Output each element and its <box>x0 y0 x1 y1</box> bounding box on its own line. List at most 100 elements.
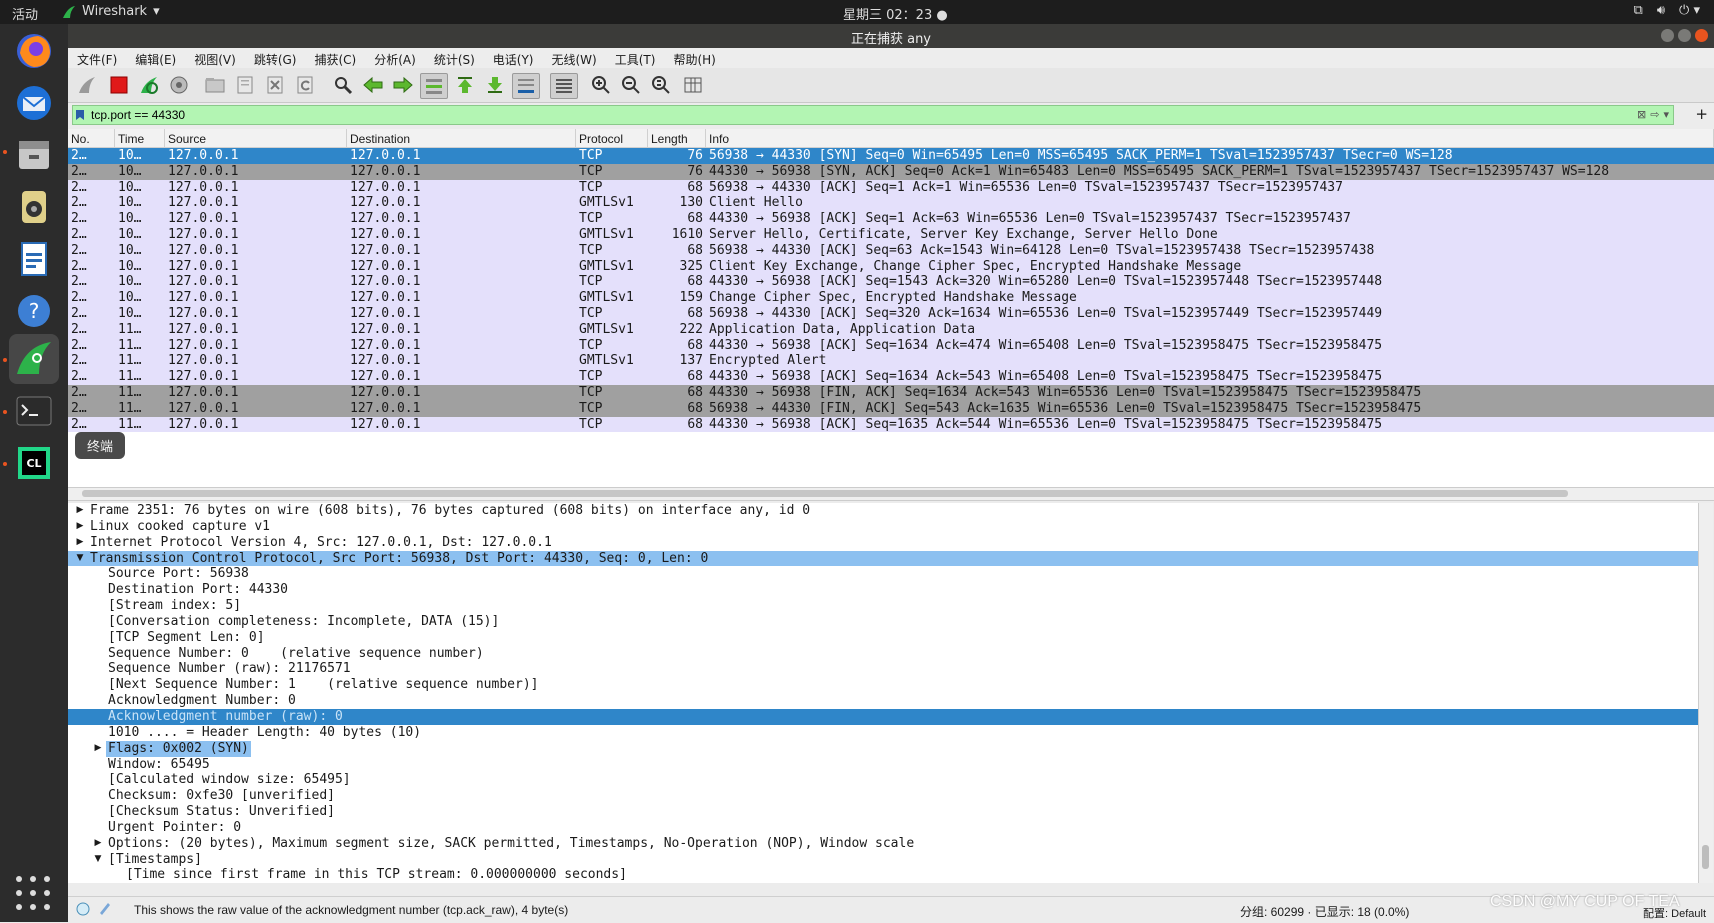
menu-view[interactable]: 视图(V) <box>185 48 245 68</box>
stop-capture-button[interactable] <box>106 73 132 97</box>
packet-row[interactable]: 2… 11… 127.0.0.1 127.0.0.1 GMTLSv1 137 Encrypt… <box>68 353 1714 370</box>
packet-row[interactable]: 2… 10… 127.0.0.1 127.0.0.1 GMTLSv1 325 Client … <box>68 258 1714 275</box>
packet-row[interactable]: 2… 10… 127.0.0.1 127.0.0.1 GMTLSv1 1610 Server… <box>68 226 1714 243</box>
detail-tree-item[interactable]: ▼ Transmission Control Protocol, Src Port… <box>68 550 1698 567</box>
clion-launcher[interactable]: CL <box>9 438 59 488</box>
packet-row[interactable]: 2… 10… 127.0.0.1 127.0.0.1 TCP 68 56938 → 4433… <box>68 242 1714 259</box>
packet-row[interactable]: 2… 11… 127.0.0.1 127.0.0.1 TCP 68 44330 → 5693… <box>68 384 1714 401</box>
packet-row[interactable]: 2… 11… 127.0.0.1 127.0.0.1 GMTLSv1 222 Applica… <box>68 321 1714 338</box>
details-vscrollbar[interactable] <box>1698 503 1713 883</box>
packet-row[interactable]: 2… 11… 127.0.0.1 127.0.0.1 TCP 68 56938 → 4433… <box>68 400 1714 417</box>
minimize-button[interactable] <box>1661 29 1674 42</box>
expand-arrow-icon[interactable]: ▶ <box>74 503 86 519</box>
column-header-source[interactable]: Source <box>165 129 347 147</box>
packet-row[interactable]: 2… 10… 127.0.0.1 127.0.0.1 GMTLSv1 159 Change … <box>68 290 1714 306</box>
expand-arrow-icon[interactable]: ▶ <box>74 535 86 551</box>
packet-row[interactable]: 2… 10… 127.0.0.1 127.0.0.1 GMTLSv1 130 Client … <box>68 195 1714 212</box>
writer-launcher[interactable] <box>9 234 59 284</box>
detail-tree-item[interactable]: [TCP Segment Len: 0] <box>68 630 1698 646</box>
first-packet-button[interactable] <box>452 73 478 97</box>
packet-row[interactable]: 2… 11… 127.0.0.1 127.0.0.1 TCP 68 44330 → 5693… <box>68 337 1714 354</box>
expand-arrow-icon[interactable]: ▶ <box>92 741 104 757</box>
zoom-in-button[interactable] <box>588 73 614 97</box>
maximize-button[interactable] <box>1678 29 1691 42</box>
column-header-time[interactable]: Time <box>115 129 165 147</box>
detail-tree-item[interactable]: Sequence Number: 0 (relative sequence nu… <box>68 646 1698 662</box>
packet-row[interactable]: 2… 10… 127.0.0.1 127.0.0.1 TCP 76 44330 → 5693… <box>68 163 1714 180</box>
menu-edit[interactable]: 编辑(E) <box>126 48 185 68</box>
packet-row[interactable]: 2… 10… 127.0.0.1 127.0.0.1 TCP 68 44330 → 5693… <box>68 211 1714 227</box>
menu-statistics[interactable]: 统计(S) <box>425 48 484 68</box>
find-packet-button[interactable] <box>330 73 356 97</box>
detail-tree-item[interactable]: Checksum: 0xfe30 [unverified] <box>68 788 1698 804</box>
detail-tree-item[interactable]: [Next Sequence Number: 1 (relative seque… <box>68 677 1698 693</box>
last-packet-button[interactable] <box>482 73 508 97</box>
close-file-button[interactable] <box>262 73 288 97</box>
detail-tree-item[interactable]: ▶ Flags: 0x002 (SYN) <box>68 740 1698 757</box>
display-filter-input[interactable] <box>87 108 1555 122</box>
detail-tree-item[interactable]: [Calculated window size: 65495] <box>68 772 1698 788</box>
capture-options-button[interactable] <box>166 73 192 97</box>
activities-button[interactable]: 活动 <box>12 4 38 23</box>
menu-capture[interactable]: 捕获(C) <box>305 48 365 68</box>
firefox-launcher[interactable] <box>9 26 59 76</box>
show-applications-button[interactable] <box>16 876 52 912</box>
menu-telephony[interactable]: 电话(Y) <box>484 48 543 68</box>
detail-tree-item[interactable]: Urgent Pointer: 0 <box>68 820 1698 836</box>
column-header-no[interactable]: No. <box>68 129 115 147</box>
zoom-out-button[interactable] <box>618 73 644 97</box>
packet-row[interactable]: 2… 11… 127.0.0.1 127.0.0.1 TCP 68 44330 → 5693… <box>68 369 1714 385</box>
packet-list[interactable]: No. Time Source Destination Protocol Len… <box>68 129 1714 495</box>
detail-tree-item[interactable]: [Conversation completeness: Incomplete, … <box>68 614 1698 630</box>
expand-arrow-icon[interactable]: ▶ <box>92 836 104 852</box>
detail-tree-item[interactable]: [Time since first frame in this TCP stre… <box>68 867 1698 883</box>
files-launcher[interactable] <box>9 130 59 180</box>
scrollbar-thumb[interactable] <box>82 490 1568 497</box>
packet-list-hscrollbar[interactable] <box>68 487 1714 501</box>
autoscroll-button[interactable] <box>512 73 540 99</box>
packet-details-tree[interactable]: ▶ Frame 2351: 76 bytes on wire (608 bits)… <box>68 503 1698 883</box>
add-filter-button[interactable]: + <box>1695 105 1708 123</box>
help-launcher[interactable]: ? <box>9 286 59 336</box>
expert-info-icon[interactable] <box>76 902 90 919</box>
scrollbar-thumb[interactable] <box>1702 845 1709 869</box>
packet-row[interactable]: 2… 10… 127.0.0.1 127.0.0.1 TCP 68 56938 → 4433… <box>68 305 1714 322</box>
clock[interactable]: 星期三 02：23 ● <box>843 4 948 23</box>
menu-tools[interactable]: 工具(T) <box>606 48 665 68</box>
detail-tree-item[interactable]: Sequence Number (raw): 21176571 <box>68 661 1698 677</box>
save-file-button[interactable] <box>232 73 258 97</box>
menu-wireless[interactable]: 无线(W) <box>543 48 606 68</box>
bookmark-icon[interactable] <box>73 106 87 124</box>
detail-tree-item[interactable]: Acknowledgment number (raw): 0 <box>68 708 1698 725</box>
go-forward-button[interactable] <box>390 73 416 97</box>
detail-tree-item[interactable]: ▶ Internet Protocol Version 4, Src: 127.0… <box>68 535 1698 551</box>
column-header-length[interactable]: Length <box>648 129 706 147</box>
detail-tree-item[interactable]: [Checksum Status: Unverified] <box>68 804 1698 820</box>
detail-tree-item[interactable]: ▶ Frame 2351: 76 bytes on wire (608 bits)… <box>68 503 1698 519</box>
detail-tree-item[interactable]: ▶ Linux cooked capture v1 <box>68 519 1698 535</box>
collapse-arrow-icon[interactable]: ▼ <box>74 551 86 567</box>
menu-go[interactable]: 跳转(G) <box>245 48 306 68</box>
open-file-button[interactable] <box>202 73 228 97</box>
wireshark-launcher[interactable] <box>9 334 59 384</box>
go-to-packet-button[interactable] <box>420 73 448 99</box>
packet-row[interactable]: 2… 10… 127.0.0.1 127.0.0.1 TCP 76 56938 → 4433… <box>68 148 1714 164</box>
thunderbird-launcher[interactable] <box>9 78 59 128</box>
detail-tree-item[interactable]: 1010 .... = Header Length: 40 bytes (10) <box>68 725 1698 741</box>
start-capture-button[interactable] <box>74 73 100 97</box>
rhythmbox-launcher[interactable] <box>9 182 59 232</box>
menu-analyze[interactable]: 分析(A) <box>365 48 425 68</box>
system-menu[interactable]: ⧉ 🔊︎ ⏻ ▾ <box>1634 3 1700 18</box>
packet-row[interactable]: 2… 11… 127.0.0.1 127.0.0.1 TCP 68 44330 → 5693… <box>68 416 1714 433</box>
terminal-launcher[interactable] <box>9 386 59 436</box>
expand-arrow-icon[interactable]: ▶ <box>74 519 86 535</box>
menu-help[interactable]: 帮助(H) <box>664 48 724 68</box>
detail-tree-item[interactable]: ▶ Options: (20 bytes), Maximum segment si… <box>68 836 1698 852</box>
detail-tree-item[interactable]: Window: 65495 <box>68 757 1698 773</box>
column-header-destination[interactable]: Destination <box>347 129 576 147</box>
clear-filter-icon[interactable]: ⊠ <box>1637 108 1646 121</box>
collapse-arrow-icon[interactable]: ▼ <box>92 852 104 868</box>
detail-tree-item[interactable]: Acknowledgment Number: 0 <box>68 693 1698 709</box>
app-menu[interactable]: Wireshark ▾ <box>62 4 160 19</box>
normal-size-button[interactable] <box>648 73 674 97</box>
